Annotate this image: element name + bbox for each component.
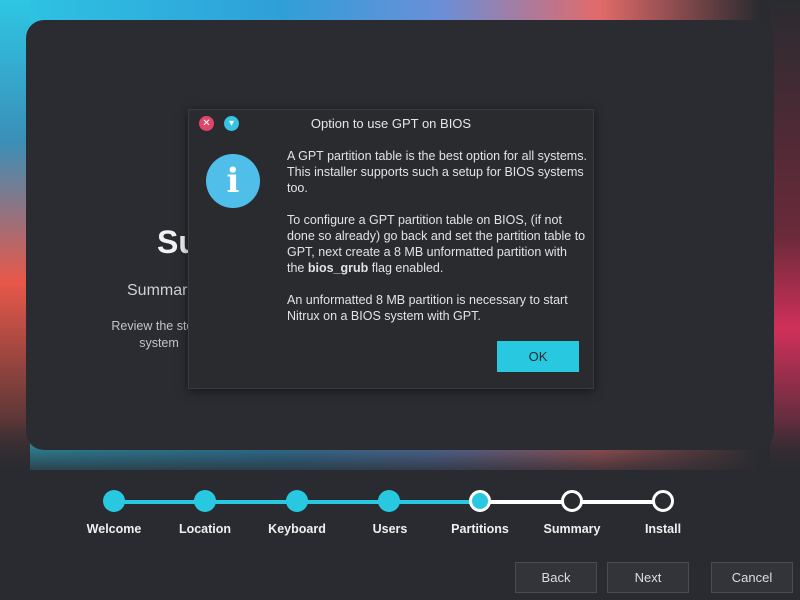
- step-dot-users: [378, 490, 400, 512]
- dialog-paragraph-2-text-end: flag enabled.: [368, 261, 444, 275]
- step-dot-summary: [561, 490, 583, 512]
- step-dot-location: [194, 490, 216, 512]
- step-label-location: Location: [178, 522, 232, 536]
- minimize-icon[interactable]: ▾: [224, 116, 239, 131]
- dialog-paragraph-3: An unformatted 8 MB partition is necessa…: [287, 293, 568, 323]
- back-button[interactable]: Back: [515, 562, 597, 593]
- step-label-install: Install: [644, 522, 682, 536]
- step-label-users: Users: [372, 522, 408, 536]
- gpt-bios-dialog: Option to use GPT on BIOS ✕ ▾ i A GPT pa…: [188, 109, 594, 389]
- page-subtitle: Summar: [127, 282, 188, 299]
- dialog-message: A GPT partition table is the best option…: [287, 148, 587, 340]
- step-dot-keyboard: [286, 490, 308, 512]
- step-label-summary: Summary: [543, 522, 601, 536]
- step-dot-install: [652, 490, 674, 512]
- installer-stepper: Welcome Location Keyboard Users Partitio…: [0, 480, 800, 540]
- dialog-paragraph-1: A GPT partition table is the best option…: [287, 149, 587, 195]
- close-icon[interactable]: ✕: [199, 116, 214, 131]
- cancel-button[interactable]: Cancel: [711, 562, 793, 593]
- step-label-keyboard: Keyboard: [268, 522, 326, 536]
- step-label-partitions: Partitions: [451, 522, 509, 536]
- next-button[interactable]: Next: [607, 562, 689, 593]
- background-right-edge: [770, 0, 800, 470]
- step-label-welcome: Welcome: [86, 522, 142, 536]
- info-icon: i: [206, 154, 260, 208]
- bios-grub-flag: bios_grub: [307, 261, 369, 275]
- step-dot-welcome: [103, 490, 125, 512]
- dialog-paragraph-2: To configure a GPT partition table on BI…: [287, 212, 587, 276]
- dialog-title: Option to use GPT on BIOS: [310, 116, 472, 131]
- ok-button[interactable]: OK: [497, 341, 579, 372]
- step-dot-partitions: [469, 490, 491, 512]
